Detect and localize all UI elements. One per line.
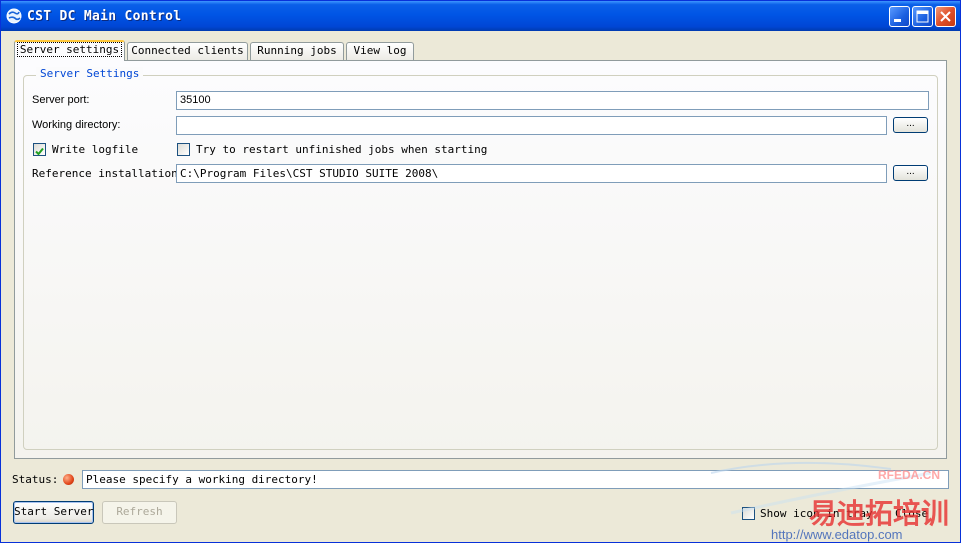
- main-window: CST DC Main Control Server settings Conn…: [0, 0, 961, 543]
- close-window-button[interactable]: [935, 6, 956, 27]
- watermark: RFEDA.CN 易迪拓培训 http://www.edatop.com: [701, 453, 960, 542]
- title-bar[interactable]: CST DC Main Control: [1, 1, 960, 31]
- tab-connected-clients[interactable]: Connected clients: [127, 42, 248, 60]
- close-button[interactable]: Close: [895, 507, 928, 520]
- group-title: Server Settings: [36, 67, 144, 80]
- maximize-button[interactable]: [912, 6, 933, 27]
- server-port-label: Server port:: [32, 94, 90, 106]
- status-message: Please specify a working directory!: [82, 470, 949, 489]
- status-indicator-icon: [63, 474, 74, 485]
- browse-working-directory-button[interactable]: ...: [893, 117, 928, 133]
- tab-label: Connected clients: [131, 44, 244, 57]
- close-icon: [940, 11, 951, 22]
- restart-jobs-checkbox[interactable]: [177, 143, 190, 156]
- tab-label: View log: [353, 44, 407, 57]
- watermark-text-3: http://www.edatop.com: [771, 527, 903, 542]
- status-label: Status:: [12, 473, 59, 486]
- show-icon-in-tray-checkbox[interactable]: [742, 507, 755, 520]
- minimize-icon: [894, 19, 901, 22]
- working-directory-input[interactable]: [176, 116, 887, 135]
- write-logfile-checkbox[interactable]: [33, 143, 46, 156]
- refresh-button[interactable]: Refresh: [102, 501, 177, 524]
- maximize-icon: [916, 10, 929, 23]
- tab-panel-server-settings: Server Settings Server port: 35100 Worki…: [14, 60, 947, 459]
- show-icon-in-tray-label: Show icon in tray: [760, 507, 873, 520]
- start-server-button[interactable]: Start Server: [13, 501, 94, 524]
- tab-server-settings[interactable]: Server settings: [14, 40, 125, 61]
- minimize-button[interactable]: [889, 6, 910, 27]
- checkmark-icon: [35, 147, 44, 156]
- reference-installation-label: Reference installation:: [32, 167, 185, 180]
- window-title: CST DC Main Control: [27, 9, 182, 24]
- tab-view-log[interactable]: View log: [346, 42, 414, 60]
- tab-label: Server settings: [16, 42, 123, 57]
- restart-jobs-label: Try to restart unfinished jobs when star…: [196, 143, 488, 156]
- write-logfile-label: Write logfile: [52, 143, 139, 156]
- reference-installation-input[interactable]: C:\Program Files\CST STUDIO SUITE 2008\: [176, 164, 887, 183]
- globe-icon: [6, 8, 22, 24]
- working-directory-label: Working directory:: [32, 119, 121, 131]
- watermark-swoosh-icon: [710, 461, 932, 515]
- server-port-input[interactable]: 35100: [176, 91, 929, 110]
- tab-label: Running jobs: [257, 44, 337, 57]
- browse-reference-installation-button[interactable]: ...: [893, 165, 928, 181]
- tab-running-jobs[interactable]: Running jobs: [250, 42, 344, 60]
